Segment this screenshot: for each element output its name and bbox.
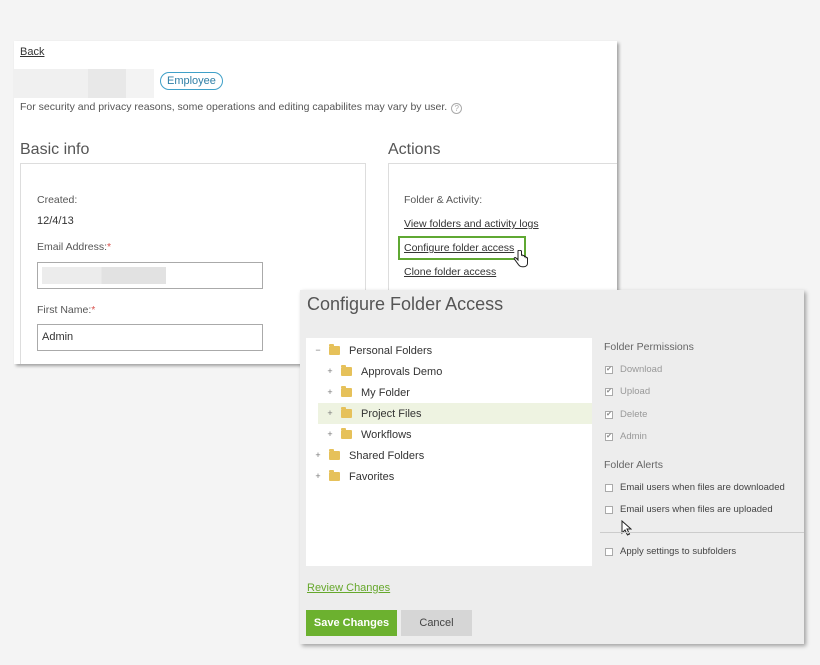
checkbox-checked-disabled: ✔ bbox=[605, 432, 613, 441]
expand-icon[interactable]: + bbox=[326, 429, 334, 439]
tree-item[interactable]: + Favorites bbox=[306, 466, 592, 487]
email-field[interactable] bbox=[37, 262, 263, 289]
permission-download: ✔ Download bbox=[605, 364, 662, 375]
redacted-user-name bbox=[14, 69, 154, 98]
email-label-text: Email Address: bbox=[37, 241, 108, 253]
redacted-email bbox=[42, 267, 166, 284]
alert-label: Email users when files are uploaded bbox=[620, 504, 773, 515]
permission-admin: ✔ Admin bbox=[605, 431, 647, 442]
expand-icon[interactable]: + bbox=[326, 387, 334, 397]
apply-subfolders-label: Apply settings to subfolders bbox=[620, 546, 737, 557]
tree-item-label: Approvals Demo bbox=[361, 365, 443, 378]
folder-icon bbox=[341, 407, 352, 418]
email-label: Email Address:* bbox=[37, 241, 111, 253]
folder-alerts-title: Folder Alerts bbox=[604, 459, 663, 471]
permission-upload: ✔ Upload bbox=[605, 386, 650, 397]
checkbox[interactable] bbox=[605, 483, 613, 492]
folder-icon bbox=[329, 449, 340, 460]
required-mark: * bbox=[107, 241, 112, 253]
clone-folder-access-link[interactable]: Clone folder access bbox=[404, 266, 496, 278]
help-icon[interactable]: ? bbox=[451, 103, 463, 114]
cancel-button[interactable]: Cancel bbox=[401, 610, 472, 636]
alert-label: Email users when files are downloaded bbox=[620, 482, 785, 493]
tree-item-label: Favorites bbox=[349, 470, 395, 483]
folder-tree: − Personal Folders + Approvals Demo + My… bbox=[306, 338, 592, 566]
checkbox[interactable] bbox=[605, 547, 613, 556]
permission-label: Admin bbox=[620, 431, 647, 442]
tree-item[interactable]: + Shared Folders bbox=[306, 445, 592, 466]
alert-uploaded[interactable]: Email users when files are uploaded bbox=[605, 504, 773, 515]
redacted-block bbox=[14, 69, 88, 98]
tree-item[interactable]: + Workflows bbox=[306, 424, 592, 445]
review-changes-link[interactable]: Review Changes bbox=[307, 582, 390, 594]
modal-title: Configure Folder Access bbox=[307, 294, 504, 314]
checkbox-checked-disabled: ✔ bbox=[605, 365, 613, 374]
redacted-block bbox=[88, 69, 126, 98]
checkbox-checked-disabled: ✔ bbox=[605, 387, 613, 396]
tree-item-label: Shared Folders bbox=[349, 449, 425, 462]
tree-item[interactable]: − Personal Folders bbox=[306, 340, 592, 361]
folder-icon bbox=[341, 386, 352, 397]
expand-icon[interactable]: + bbox=[314, 450, 322, 460]
actions-title: Actions bbox=[388, 141, 441, 158]
created-value: 12/4/13 bbox=[37, 215, 74, 227]
folder-icon bbox=[329, 344, 340, 355]
tree-item-label: Personal Folders bbox=[349, 344, 433, 357]
folder-icon bbox=[341, 365, 352, 376]
configure-folder-access-modal: Configure Folder Access − Personal Folde… bbox=[300, 290, 804, 644]
view-folders-activity-link[interactable]: View folders and activity logs bbox=[404, 218, 539, 230]
arrow-cursor-icon bbox=[621, 520, 632, 536]
folder-icon bbox=[329, 470, 340, 481]
tree-item[interactable]: + Approvals Demo bbox=[306, 361, 592, 382]
save-changes-button[interactable]: Save Changes bbox=[306, 610, 397, 636]
permission-label: Upload bbox=[620, 386, 651, 397]
tree-item-label: Project Files bbox=[361, 407, 422, 420]
alert-downloaded[interactable]: Email users when files are downloaded bbox=[605, 482, 785, 493]
folder-activity-label: Folder & Activity: bbox=[404, 194, 483, 206]
security-note: For security and privacy reasons, some o… bbox=[20, 101, 463, 114]
role-badge: Employee bbox=[160, 72, 223, 90]
folder-permissions-title: Folder Permissions bbox=[604, 341, 694, 353]
first-name-label-text: First Name: bbox=[37, 304, 92, 316]
collapse-icon[interactable]: − bbox=[314, 345, 322, 355]
first-name-label: First Name:* bbox=[37, 304, 95, 316]
folder-icon bbox=[341, 428, 352, 439]
created-label: Created: bbox=[37, 194, 78, 206]
redacted-block bbox=[126, 69, 154, 98]
checkbox-checked-disabled: ✔ bbox=[605, 410, 613, 419]
apply-subfolders-option[interactable]: Apply settings to subfolders bbox=[605, 546, 736, 557]
expand-icon[interactable]: + bbox=[326, 366, 334, 376]
hand-cursor-icon bbox=[513, 250, 528, 268]
checkbox[interactable] bbox=[605, 505, 613, 514]
first-name-field[interactable]: Admin bbox=[37, 324, 263, 351]
security-note-text: For security and privacy reasons, some o… bbox=[20, 101, 448, 113]
tree-item[interactable]: + My Folder bbox=[306, 382, 592, 403]
configure-folder-access-link[interactable]: Configure folder access bbox=[404, 242, 514, 254]
permission-delete: ✔ Delete bbox=[605, 409, 647, 420]
permission-label: Download bbox=[620, 364, 663, 375]
permission-label: Delete bbox=[620, 409, 648, 420]
back-link[interactable]: Back bbox=[20, 46, 44, 58]
expand-icon[interactable]: + bbox=[326, 408, 334, 418]
divider bbox=[600, 532, 804, 533]
expand-icon[interactable]: + bbox=[314, 471, 322, 481]
required-mark: * bbox=[91, 304, 96, 316]
tree-item-label: Workflows bbox=[361, 428, 412, 441]
tree-item-selected[interactable]: + Project Files bbox=[318, 403, 592, 424]
tree-item-label: My Folder bbox=[361, 386, 410, 399]
basic-info-title: Basic info bbox=[20, 141, 90, 158]
